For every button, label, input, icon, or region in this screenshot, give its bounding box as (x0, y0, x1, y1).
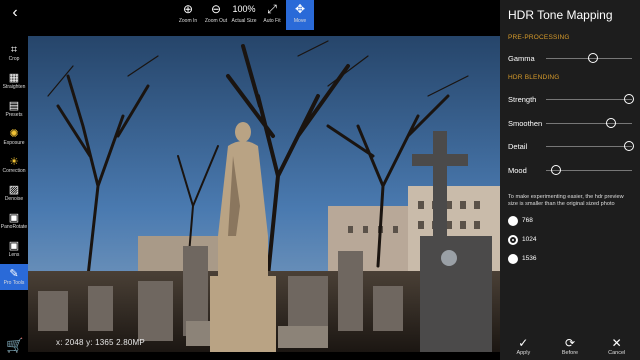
denoise-icon: ▨ (8, 184, 20, 196)
actual-size-label: Actual Size (231, 18, 257, 24)
close-icon: ✕ (611, 336, 622, 350)
zoom-tools: ⊕ Zoom In ⊖ Zoom Out 100% Actual Size ⤢ … (174, 0, 314, 30)
lens-icon: ▣ (8, 240, 20, 252)
section-preprocessing: PRE-PROCESSING (508, 34, 570, 41)
presets-icon: ▤ (8, 100, 20, 112)
check-icon: ✓ (518, 336, 529, 350)
cart-icon[interactable]: 🛒 (6, 337, 23, 354)
sidebar-item-straighten[interactable]: ▦ Straighten (0, 68, 28, 94)
move-button[interactable]: ✥ Move (286, 0, 314, 30)
smoothen-label: Smoothen (508, 119, 543, 128)
refresh-icon: ⟳ (564, 336, 576, 350)
correction-icon: ☀ (9, 156, 19, 168)
zoom-out-button[interactable]: ⊖ Zoom Out (202, 0, 230, 30)
zoom-in-button[interactable]: ⊕ Zoom In (174, 0, 202, 30)
panel-title: HDR Tone Mapping (508, 8, 613, 22)
radio-768[interactable] (508, 216, 518, 226)
sidebar-item-lens[interactable]: ▣ Lens (0, 236, 28, 262)
before-button[interactable]: ⟳ Before (547, 332, 594, 360)
strength-label: Strength (508, 95, 537, 104)
zoom-in-icon: ⊕ (182, 2, 194, 16)
top-toolbar: ‹ ⊕ Zoom In ⊖ Zoom Out 100% Actual Size … (0, 0, 500, 30)
cancel-label: Cancel (608, 350, 626, 356)
strength-slider-thumb[interactable] (624, 94, 635, 104)
radio-768-label: 768 (522, 217, 533, 224)
left-sidebar: ⌗ Crop ▦ Straighten ▤ Presets ✺ Exposure… (0, 30, 28, 360)
auto-fit-icon: ⤢ (267, 2, 277, 16)
sidebar-item-label: PanoRotate (0, 224, 28, 230)
hdr-panel: HDR Tone Mapping PRE-PROCESSING Gamma HD… (500, 0, 640, 360)
back-arrow-icon[interactable]: ‹ (6, 4, 24, 22)
actual-size-icon: 100% (232, 4, 256, 14)
detail-label: Detail (508, 142, 528, 151)
sidebar-item-denoise[interactable]: ▨ Denoise (0, 180, 28, 206)
sidebar-item-label: Presets (5, 112, 23, 118)
mood-label: Mood (508, 166, 527, 175)
radio-1024[interactable] (508, 235, 518, 245)
zoom-out-icon: ⊖ (210, 2, 222, 16)
cancel-button[interactable]: ✕ Cancel (593, 332, 640, 360)
sidebar-item-exposure[interactable]: ✺ Exposure (0, 124, 28, 150)
sidebar-item-pro-tools[interactable]: ✎ Pro Tools (0, 264, 28, 290)
sidebar-item-correction[interactable]: ☀ Correction (0, 152, 28, 178)
pro-tools-icon: ✎ (9, 268, 19, 280)
section-hdr-blending: HDR BLENDING (508, 74, 560, 81)
sidebar-item-presets[interactable]: ▤ Presets (0, 96, 28, 122)
sidebar-item-label: Correction (2, 168, 26, 174)
zoom-out-label: Zoom Out (204, 18, 228, 24)
smoothen-slider[interactable] (546, 123, 632, 124)
gamma-label: Gamma (508, 54, 535, 63)
photo-canvas[interactable] (28, 36, 500, 352)
crop-icon: ⌗ (10, 44, 18, 56)
radio-1024-label: 1024 (522, 236, 537, 243)
strength-slider[interactable] (546, 99, 632, 100)
detail-slider-thumb[interactable] (624, 141, 635, 151)
sidebar-item-label: Denoise (4, 196, 24, 202)
sidebar-item-label: Pro Tools (3, 280, 25, 286)
apply-button[interactable]: ✓ Apply (500, 332, 547, 360)
before-label: Before (561, 350, 579, 356)
action-bar: ✓ Apply ⟳ Before ✕ Cancel (500, 332, 640, 360)
move-icon: ✥ (294, 2, 306, 16)
detail-slider[interactable] (546, 146, 632, 147)
zoom-in-label: Zoom In (178, 18, 198, 24)
image-info: x: 2048 y: 1365 2.80MP (56, 338, 145, 347)
panorotate-icon: ▣ (8, 212, 20, 224)
gamma-slider-thumb[interactable] (588, 53, 599, 63)
sidebar-item-label: Crop (8, 56, 20, 62)
preview-size-note: To make experimenting easier, the hdr pr… (508, 194, 624, 207)
radio-1536-label: 1536 (522, 255, 537, 262)
sidebar-item-crop[interactable]: ⌗ Crop (0, 40, 28, 66)
actual-size-button[interactable]: 100% Actual Size (230, 0, 258, 30)
sidebar-item-label: Lens (8, 252, 20, 258)
apply-label: Apply (516, 350, 531, 356)
hdr-photo (28, 36, 500, 352)
move-label: Move (293, 18, 307, 24)
sidebar-item-label: Straighten (2, 84, 26, 90)
straighten-icon: ▦ (8, 72, 20, 84)
auto-fit-label: Auto Fit (263, 18, 281, 24)
smoothen-slider-thumb[interactable] (605, 118, 616, 128)
mood-slider-thumb[interactable] (551, 165, 562, 175)
radio-1536[interactable] (508, 254, 518, 264)
sidebar-item-panorotate[interactable]: ▣ PanoRotate (0, 208, 28, 234)
exposure-icon: ✺ (9, 128, 19, 140)
auto-fit-button[interactable]: ⤢ Auto Fit (258, 0, 286, 30)
sidebar-item-label: Exposure (3, 140, 25, 146)
